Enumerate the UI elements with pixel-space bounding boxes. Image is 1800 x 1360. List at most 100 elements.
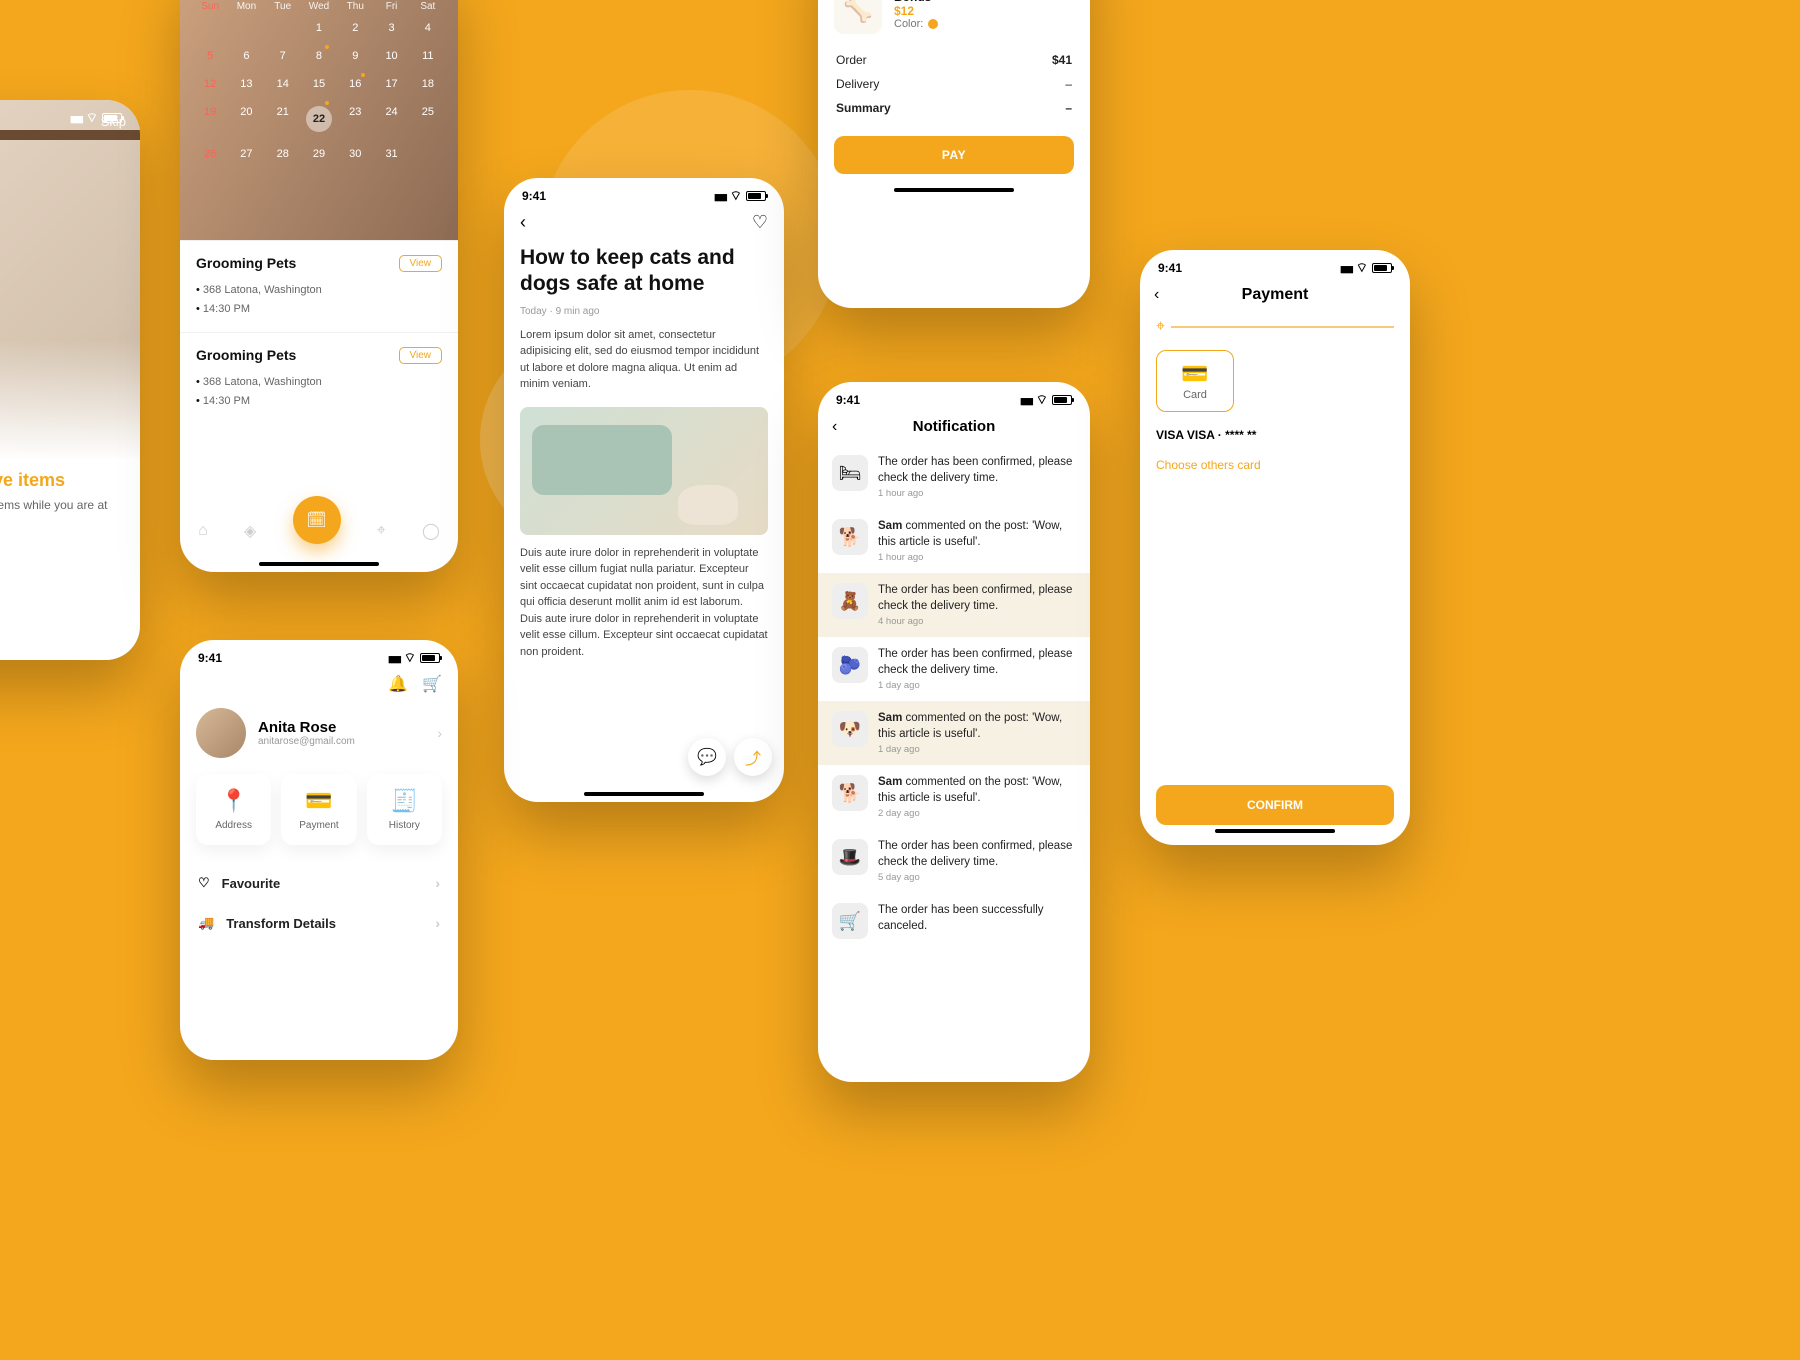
notification-text: The order has been confirmed, please che… [878, 647, 1076, 678]
notification-time: 1 day ago [878, 680, 1076, 691]
calendar-day[interactable]: 19 [192, 100, 228, 138]
view-button[interactable]: View [399, 255, 443, 272]
notification-item[interactable]: 🐕 Sam commented on the post: 'Wow, this … [818, 509, 1090, 573]
product-price: $12 [894, 4, 938, 18]
calendar-day[interactable]: 10 [373, 44, 409, 68]
calendar-day[interactable]: 21 [265, 100, 301, 138]
calendar-day[interactable]: 30 [337, 142, 373, 166]
pay-button[interactable]: PAY [834, 136, 1074, 174]
notification-thumbnail: 🛏 [832, 455, 868, 491]
calendar-day[interactable]: 17 [373, 72, 409, 96]
calendar-day [410, 142, 446, 166]
page-title: Notification [913, 418, 996, 435]
page-title: Payment [1242, 286, 1309, 304]
nav-home-icon[interactable]: ⌂ [198, 522, 208, 540]
calendar-day[interactable]: 25 [410, 100, 446, 138]
cart-item[interactable]: 🦴 Bonus $12 Color: [818, 0, 1090, 40]
calendar-day[interactable]: 14 [265, 72, 301, 96]
share-button[interactable]: ⤴ [734, 738, 772, 776]
profile-tile-payment[interactable]: 💳 Payment [281, 774, 356, 845]
notification-item[interactable]: 🫐 The order has been confirmed, please c… [818, 637, 1090, 701]
saved-card-row[interactable]: VISA VISA · **** ** [1140, 428, 1410, 442]
back-button[interactable]: ‹ [520, 212, 526, 233]
notification-item[interactable]: 🛒 The order has been successfully cancel… [818, 893, 1090, 949]
confirm-button[interactable]: CONFIRM [1156, 785, 1394, 825]
back-button[interactable]: ‹ [832, 418, 837, 436]
menu-item-favourite[interactable]: ♡ Favourite › [198, 863, 440, 903]
notification-time: 2 day ago [878, 808, 1076, 819]
view-button[interactable]: View [399, 347, 443, 364]
calendar-day[interactable]: 13 [228, 72, 264, 96]
calendar-day[interactable]: 27 [228, 142, 264, 166]
calendar-day[interactable]: 11 [410, 44, 446, 68]
nav-location-icon[interactable]: ⌖ [377, 522, 386, 540]
calendar-day[interactable]: 2 [337, 16, 373, 40]
notification-thumbnail: 🛒 [832, 903, 868, 939]
article-paragraph: Duis aute irure dolor in reprehenderit i… [504, 545, 784, 671]
skip-button[interactable]: Skip [101, 114, 126, 129]
nav-profile-icon[interactable]: ◯ [422, 521, 440, 541]
chevron-right-icon: › [435, 915, 440, 931]
notification-item[interactable]: 🎩 The order has been confirmed, please c… [818, 829, 1090, 893]
nav-calendar-fab[interactable]: 🗓 [293, 496, 341, 544]
appointment-address: 368 Latona, Washington [196, 281, 442, 300]
product-thumbnail: 🦴 [834, 0, 882, 34]
calendar-day[interactable]: 31 [373, 142, 409, 166]
notification-text: The order has been successfully canceled… [878, 903, 1076, 934]
bottom-nav: ⌂ ◈ 🗓 ⌖ ◯ [180, 506, 458, 556]
checkout-stepper: ⌖ [1140, 318, 1410, 350]
calendar-day[interactable]: 18 [410, 72, 446, 96]
favorite-icon[interactable]: ♡ [752, 212, 768, 233]
calendar-day[interactable]: 7 [265, 44, 301, 68]
profile-tile-history[interactable]: 🧾 History [367, 774, 442, 845]
calendar-day[interactable]: 28 [265, 142, 301, 166]
notification-item[interactable]: 🐕 Sam commented on the post: 'Wow, this … [818, 765, 1090, 829]
calendar-grid[interactable]: 1234567891011121314151617181920212223242… [180, 16, 458, 166]
calendar-day[interactable]: 1 [301, 16, 337, 40]
appointment-card[interactable]: Grooming Pets View 368 Latona, Washingto… [180, 240, 458, 332]
tile-label: Payment [287, 820, 350, 831]
nav-layers-icon[interactable]: ◈ [244, 521, 256, 541]
calendar-day[interactable]: 12 [192, 72, 228, 96]
calendar-day[interactable]: 5 [192, 44, 228, 68]
appointment-time: 14:30 PM [196, 300, 442, 319]
calendar-day[interactable]: 23 [337, 100, 373, 138]
menu-icon: 🚚 [198, 915, 214, 931]
notification-text: The order has been confirmed, please che… [878, 839, 1076, 870]
profile-tile-address[interactable]: 📍 Address [196, 774, 271, 845]
calendar-day [228, 16, 264, 40]
calendar-day[interactable]: 6 [228, 44, 264, 68]
calendar-day[interactable]: 29 [301, 142, 337, 166]
calendar-day[interactable]: 9 [337, 44, 373, 68]
appointment-card[interactable]: Grooming Pets View 368 Latona, Washingto… [180, 332, 458, 424]
profile-header[interactable]: Anita Rose anitarose@gmail.com › [180, 702, 458, 774]
comment-button[interactable]: 💬 [688, 738, 726, 776]
onboarding-screen: Skip Buy attractive items Order the need… [0, 100, 140, 660]
menu-item-transform details[interactable]: 🚚 Transform Details › [198, 903, 440, 943]
bell-icon[interactable]: 🔔 [388, 674, 408, 694]
calendar-day[interactable]: 20 [228, 100, 264, 138]
notification-time: 5 day ago [878, 872, 1076, 883]
calendar-day[interactable]: 3 [373, 16, 409, 40]
notification-item[interactable]: 🐶 Sam commented on the post: 'Wow, this … [818, 701, 1090, 765]
calendar-day[interactable]: 26 [192, 142, 228, 166]
notification-thumbnail: 🫐 [832, 647, 868, 683]
calendar-day [265, 16, 301, 40]
back-button[interactable]: ‹ [1154, 286, 1159, 304]
calendar-day[interactable]: 4 [410, 16, 446, 40]
calendar-day[interactable]: 8 [301, 44, 337, 68]
calendar-day[interactable]: 15 [301, 72, 337, 96]
notifications-screen: 9:41 ‹ Notification 🛏 The order has been… [818, 382, 1090, 1082]
notification-time: 1 hour ago [878, 552, 1076, 563]
notification-text: Sam commented on the post: 'Wow, this ar… [878, 711, 1076, 742]
notification-item[interactable]: 🧸 The order has been confirmed, please c… [818, 573, 1090, 637]
calendar-day[interactable]: 24 [373, 100, 409, 138]
choose-other-card-link[interactable]: Choose others card [1140, 442, 1410, 488]
notification-thumbnail: 🐕 [832, 775, 868, 811]
calendar-day[interactable]: 16 [337, 72, 373, 96]
dow-label: Fri [373, 1, 409, 12]
cart-icon[interactable]: 🛒 [422, 674, 442, 694]
calendar-day[interactable]: 22 [301, 100, 337, 138]
notification-item[interactable]: 🛏 The order has been confirmed, please c… [818, 445, 1090, 509]
payment-method-card[interactable]: 💳 Card [1156, 350, 1234, 412]
